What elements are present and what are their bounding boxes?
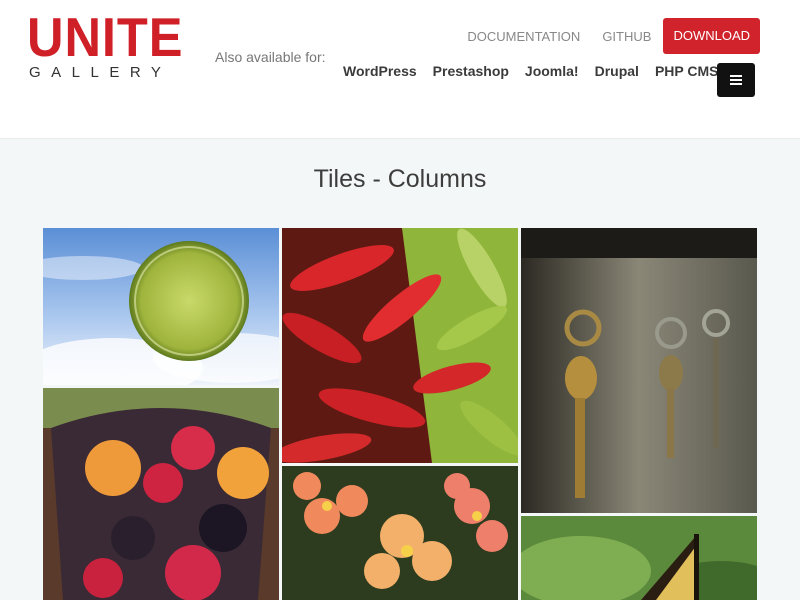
gallery-tile-keys[interactable] [521, 228, 757, 513]
platform-links: WordPress Prestashop Joomla! Drupal PHP … [343, 63, 719, 79]
page-title: Tiles - Columns [313, 165, 487, 193]
platform-link-joomla[interactable]: Joomla! [525, 63, 579, 79]
gallery-tile-lime[interactable] [43, 228, 279, 385]
gallery-tile-peppers[interactable] [282, 228, 518, 463]
site-header: UNITE GALLERY Also available for: WordPr… [0, 0, 800, 139]
gallery-tile-flowers[interactable] [282, 466, 518, 600]
menu-button[interactable] [717, 63, 755, 97]
menu-icon [730, 75, 742, 85]
download-button[interactable]: DOWNLOAD [663, 18, 760, 54]
nav-github[interactable]: GITHUB [602, 29, 651, 44]
platform-link-drupal[interactable]: Drupal [595, 63, 639, 79]
platform-link-php-cms[interactable]: PHP CMS [655, 63, 719, 79]
also-available-label: Also available for: [215, 49, 326, 65]
logo-main-text: UNITE [27, 6, 184, 68]
top-nav: DOCUMENTATION GITHUB DOWNLOAD [467, 18, 760, 54]
site-logo[interactable]: UNITE GALLERY [27, 6, 184, 82]
gallery-tile-fruit-bowl[interactable] [43, 388, 279, 600]
gallery-tile-butterfly[interactable] [521, 516, 757, 600]
platform-link-wordpress[interactable]: WordPress [343, 63, 417, 79]
nav-documentation[interactable]: DOCUMENTATION [467, 29, 580, 44]
platform-link-prestashop[interactable]: Prestashop [433, 63, 509, 79]
